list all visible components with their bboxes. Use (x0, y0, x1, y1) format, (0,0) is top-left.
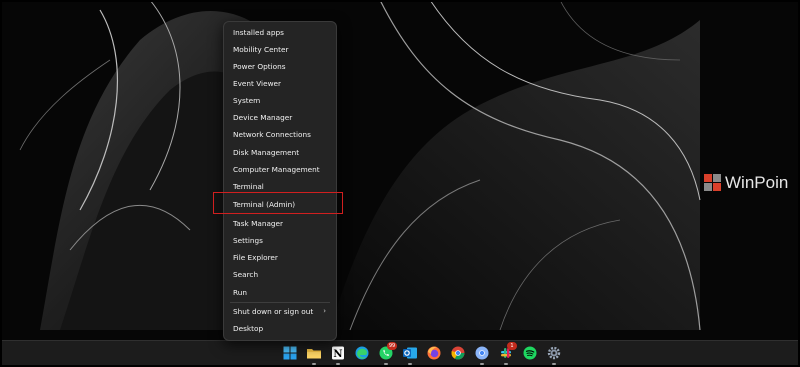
menu-item-task-manager[interactable]: Task Manager (230, 215, 330, 232)
desktop-wallpaper (0, 0, 800, 340)
chevron-right-icon: › (323, 307, 326, 315)
menu-item-device-manager[interactable]: Device Manager (230, 109, 330, 126)
svg-text:N: N (333, 349, 342, 360)
chrome-profile-icon[interactable] (474, 345, 490, 365)
notification-badge: 99 (387, 342, 397, 350)
whatsapp-icon[interactable]: 99 (378, 342, 397, 365)
running-indicator (312, 363, 316, 365)
menu-item-search[interactable]: Search (230, 266, 330, 283)
notion-icon[interactable]: N (330, 345, 346, 365)
menu-item-event-viewer[interactable]: Event Viewer (230, 75, 330, 92)
outlook-icon[interactable] (402, 345, 418, 365)
menu-item-label: Shut down or sign out (233, 307, 314, 316)
watermark-text: WinPoin (725, 173, 789, 192)
menu-item-computer-management[interactable]: Computer Management (230, 161, 330, 178)
highlight-box (213, 192, 343, 214)
settings-icon[interactable] (546, 345, 562, 365)
menu-item-desktop[interactable]: Desktop (230, 320, 330, 337)
winx-context-menu: Installed apps Mobility Center Power Opt… (223, 21, 337, 341)
menu-item-disk-management[interactable]: Disk Management (230, 144, 330, 161)
winpoin-logo-icon (704, 174, 721, 191)
menu-item-run[interactable]: Run (230, 284, 330, 301)
spotify-icon[interactable] (522, 345, 538, 361)
menu-item-installed-apps[interactable]: Installed apps (230, 24, 330, 41)
menu-item-system[interactable]: System (230, 92, 330, 109)
running-indicator (408, 363, 412, 365)
menu-item-shut-down-or-sign-out[interactable]: Shut down or sign out › (230, 303, 330, 320)
start-icon[interactable] (282, 345, 298, 361)
running-indicator (552, 363, 556, 365)
running-indicator (504, 363, 508, 365)
taskbar: N 99 1 (0, 340, 800, 367)
slack-icon[interactable]: 1 (498, 342, 517, 365)
edge-icon[interactable] (354, 345, 370, 361)
running-indicator (336, 363, 340, 365)
firefox-icon[interactable] (426, 345, 442, 361)
notification-badge: 1 (507, 342, 517, 350)
chrome-icon[interactable] (450, 345, 466, 361)
menu-item-mobility-center[interactable]: Mobility Center (230, 41, 330, 58)
menu-item-network-connections[interactable]: Network Connections (230, 126, 330, 143)
file-explorer-icon[interactable] (306, 345, 322, 365)
running-indicator (480, 363, 484, 365)
running-indicator (384, 363, 388, 365)
menu-item-settings[interactable]: Settings (230, 232, 330, 249)
menu-item-power-options[interactable]: Power Options (230, 58, 330, 75)
menu-item-file-explorer[interactable]: File Explorer (230, 249, 330, 266)
